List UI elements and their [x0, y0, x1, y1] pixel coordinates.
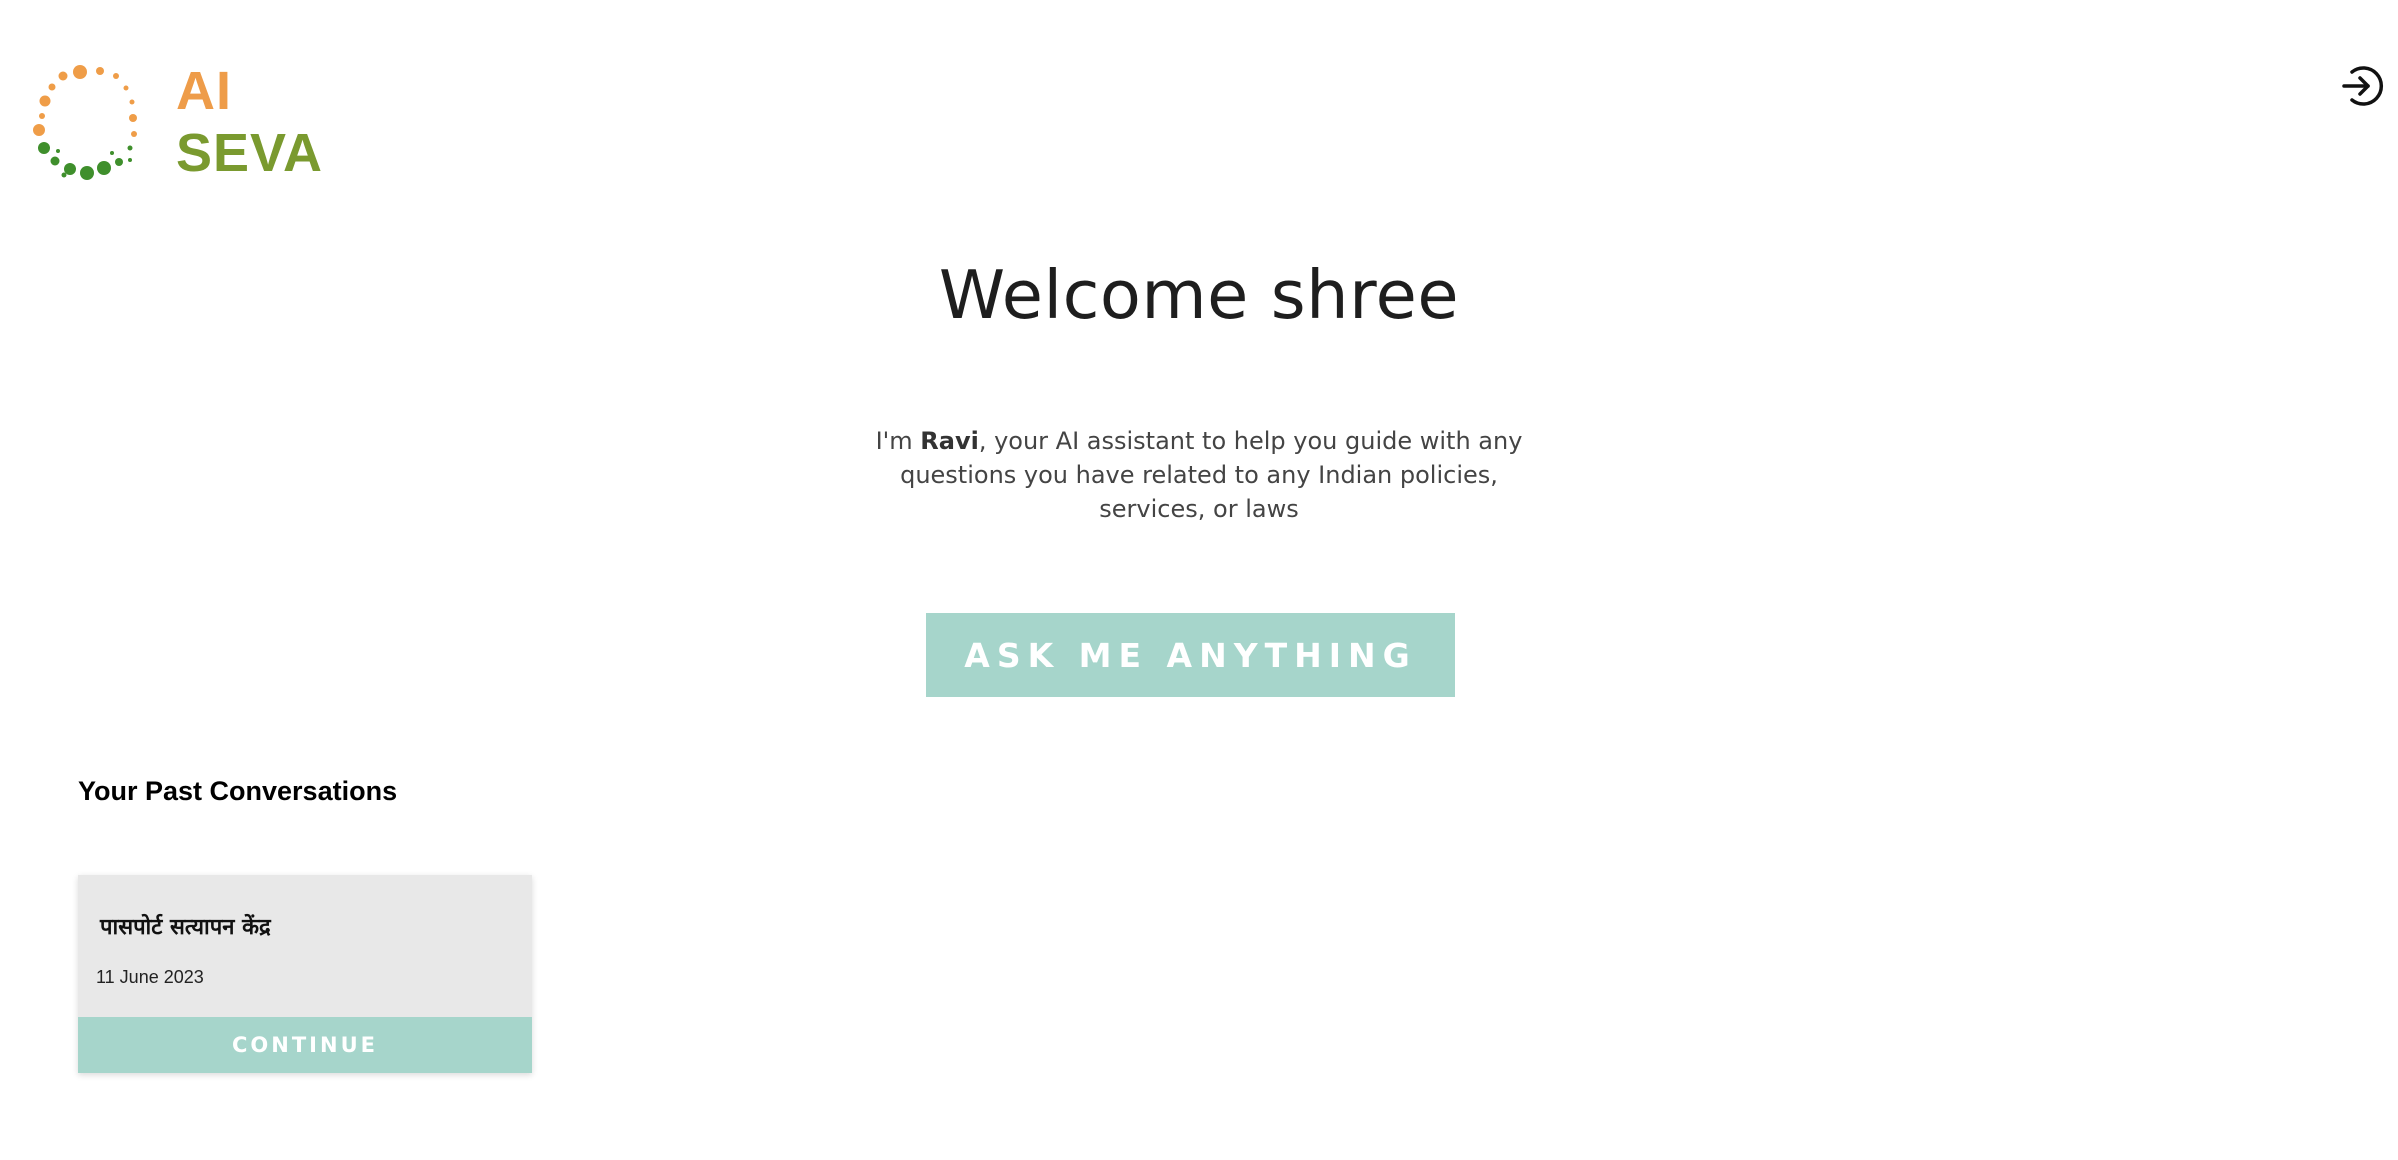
- intro-text: I'm Ravi, your AI assistant to help you …: [849, 424, 1549, 526]
- ask-me-anything-button[interactable]: ASK ME ANYTHING: [926, 613, 1455, 697]
- app-logo[interactable]: AI SEVA: [30, 58, 330, 184]
- intro-prefix: I'm: [875, 427, 921, 455]
- conversation-card: पासपोर्ट सत्यापन केंद्र 11 June 2023 CON…: [78, 875, 532, 1073]
- continue-button[interactable]: CONTINUE: [78, 1017, 532, 1073]
- conversation-date: 11 June 2023: [96, 967, 204, 987]
- logo-text-seva: SEVA: [176, 123, 324, 183]
- welcome-heading: Welcome shree: [938, 256, 1460, 334]
- assistant-name: Ravi: [920, 427, 979, 455]
- home-page: AI SEVA Welcome shree I'm Ravi, your AI …: [0, 0, 2398, 1160]
- intro-suffix: , your AI assistant to help you guide wi…: [900, 427, 1523, 523]
- logout-button[interactable]: [2338, 62, 2386, 110]
- logo-text-ai: AI: [176, 61, 232, 121]
- logout-arrow-icon: [2342, 66, 2383, 106]
- logo-wordmark: AI SEVA: [176, 60, 323, 184]
- conversation-title: पासपोर्ट सत्यापन केंद्र: [100, 915, 271, 940]
- logo-dots-icon: [33, 65, 137, 180]
- past-conversations-heading: Your Past Conversations: [78, 776, 398, 806]
